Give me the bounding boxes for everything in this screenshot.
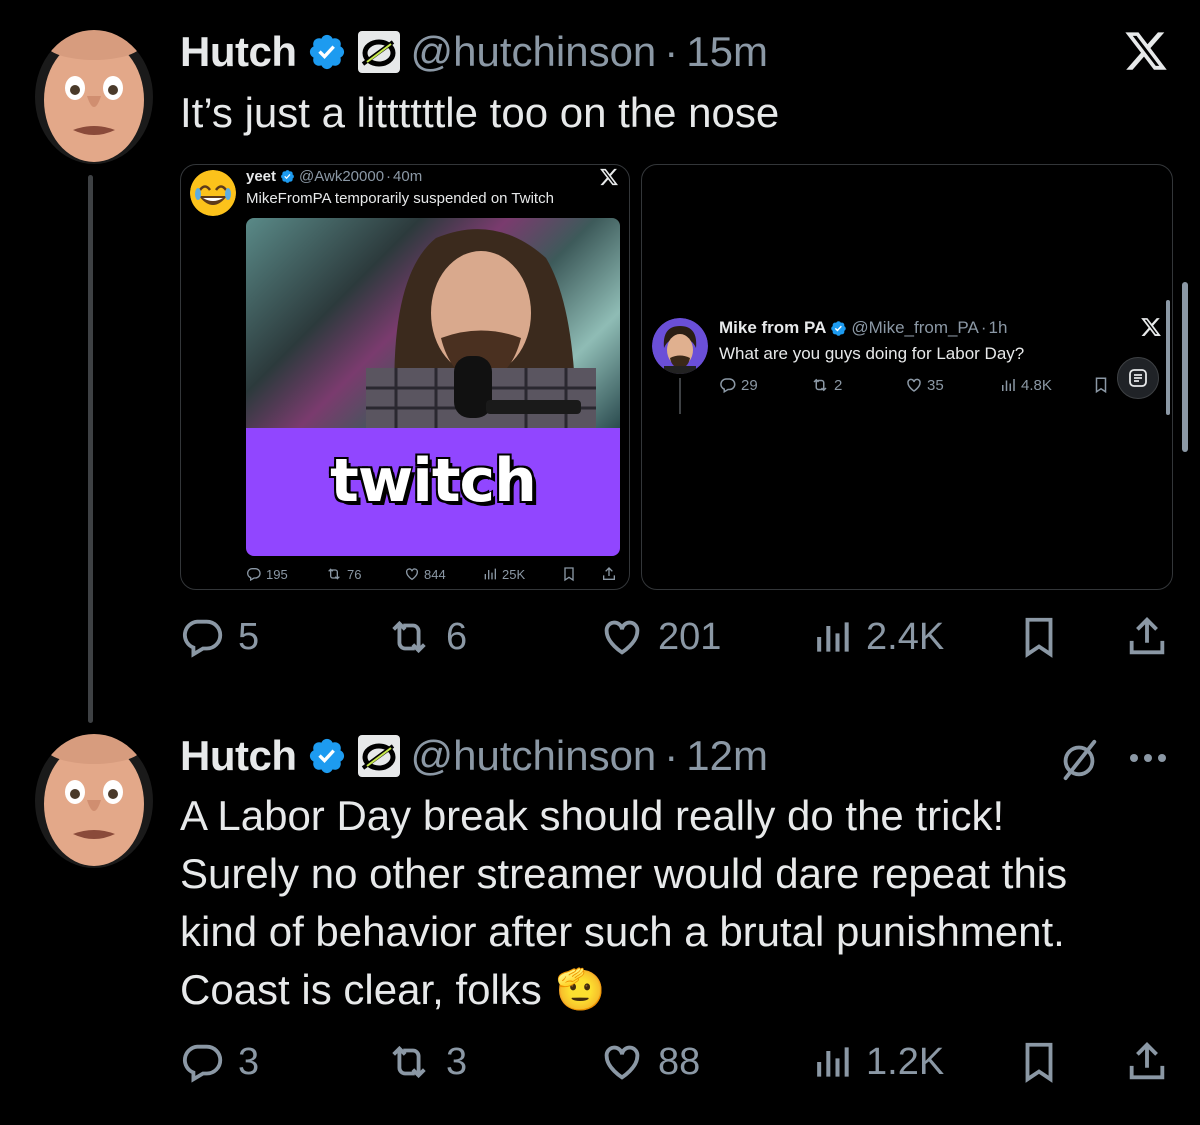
tweet-text-line: Surely no other streamer would dare repe… xyxy=(180,850,1068,897)
embed-timestamp: 40m xyxy=(393,168,423,185)
handle[interactable]: @hutchinson xyxy=(411,28,657,76)
embed-views-stat[interactable]: 4.8K xyxy=(999,376,1052,394)
reply-button[interactable]: 3 xyxy=(180,1039,259,1085)
reply-count: 5 xyxy=(238,615,260,658)
like-button[interactable]: 201 xyxy=(598,614,721,660)
tweet-text-line: A Labor Day break should really do the t… xyxy=(180,792,1005,839)
repost-count: 3 xyxy=(446,1040,468,1083)
repost-button[interactable]: 3 xyxy=(384,1039,467,1085)
verified-badge-icon xyxy=(307,736,347,776)
embed-timestamp: 1h xyxy=(988,318,1008,337)
thread-connector-line xyxy=(88,175,93,723)
views-count: 1.2K xyxy=(866,1040,945,1083)
views-button[interactable]: 2.4K xyxy=(810,614,944,660)
embed-like-stat[interactable]: 844 xyxy=(404,566,446,582)
bookmark-icon[interactable] xyxy=(1092,376,1110,394)
reply-count: 29 xyxy=(741,376,758,394)
embed-handle[interactable]: @Mike_from_PA xyxy=(851,318,978,338)
bookmark-icon[interactable] xyxy=(1016,614,1062,660)
embed-header: Mike from PA @Mike_from_PA · 1h xyxy=(719,318,1007,338)
timestamp[interactable]: 12m xyxy=(686,732,768,780)
share-icon[interactable] xyxy=(1124,1039,1170,1085)
separator-dot: · xyxy=(386,168,392,185)
embed-text: MikeFromPA temporarily suspended on Twit… xyxy=(246,190,554,207)
embed-avatar xyxy=(652,318,708,374)
embed-repost-stat[interactable]: 76 xyxy=(325,566,361,582)
like-count: 88 xyxy=(658,1040,701,1083)
more-icon[interactable] xyxy=(1128,748,1168,773)
handle[interactable]: @hutchinson xyxy=(411,732,657,780)
embed-repost-stat[interactable]: 2 xyxy=(810,376,842,394)
verified-badge-icon xyxy=(831,320,847,336)
repost-count: 76 xyxy=(347,566,362,582)
twitch-logo: twitch xyxy=(330,446,537,516)
repost-count: 6 xyxy=(446,615,468,658)
embed-like-stat[interactable]: 35 xyxy=(905,376,944,394)
embed-reply-stat[interactable]: 29 xyxy=(719,376,758,394)
embed-display-name[interactable]: Mike from PA xyxy=(719,318,826,338)
affiliate-badge-icon[interactable] xyxy=(357,30,401,74)
embed-thread-line xyxy=(679,378,681,414)
embed-text: What are you guys doing for Labor Day? xyxy=(719,344,1025,363)
reply-count: 3 xyxy=(238,1040,260,1083)
page-scrollbar[interactable] xyxy=(1182,282,1188,452)
tweet-text: It’s just a littttttle too on the nose xyxy=(180,89,780,136)
embed-reply-stat[interactable]: 195 xyxy=(246,566,288,582)
grok-slash-icon[interactable] xyxy=(1056,736,1102,787)
tweet-text-line: Coast is clear, folks xyxy=(180,966,542,1013)
x-logo-icon xyxy=(1140,316,1162,343)
views-button[interactable]: 1.2K xyxy=(810,1039,944,1085)
tweet-header: Hutch @hutchinson · 15m xyxy=(180,28,768,76)
embed-avatar xyxy=(190,170,236,216)
embed-handle[interactable]: @Awk20000 xyxy=(299,168,384,185)
avatar[interactable] xyxy=(35,30,153,164)
reply-button[interactable]: 5 xyxy=(180,614,259,660)
display-name[interactable]: Hutch xyxy=(180,28,297,76)
tweet-text-line: kind of behavior after such a brutal pun… xyxy=(180,908,1065,955)
repost-button[interactable]: 6 xyxy=(384,614,467,660)
bookmark-icon[interactable] xyxy=(1016,1039,1062,1085)
grok-summary-icon[interactable] xyxy=(1117,357,1159,399)
saluting-face-emoji: 🫡 xyxy=(555,967,606,1013)
like-button[interactable]: 88 xyxy=(598,1039,700,1085)
like-count: 35 xyxy=(927,376,944,394)
display-name[interactable]: Hutch xyxy=(180,732,297,780)
avatar[interactable] xyxy=(35,734,153,868)
x-logo-icon xyxy=(599,167,619,192)
embed-display-name[interactable]: yeet xyxy=(246,168,276,185)
verified-badge-icon xyxy=(307,32,347,72)
affiliate-badge-icon[interactable] xyxy=(357,734,401,778)
stream-webcam-frame xyxy=(246,218,620,428)
tweet-text: A Labor Day break should really do the t… xyxy=(180,787,1067,1019)
tweet-header: Hutch @hutchinson · 12m xyxy=(180,732,768,780)
embed-media-image[interactable]: twitch xyxy=(246,218,620,556)
views-count: 25K xyxy=(502,566,526,582)
separator-dot: · xyxy=(980,318,987,337)
separator-dot: · xyxy=(664,28,679,75)
like-count: 844 xyxy=(424,566,446,582)
tweet-actions: 5 6 201 2.4K xyxy=(180,614,1170,664)
tweet-actions: 3 3 88 1.2K xyxy=(180,1039,1170,1089)
share-icon[interactable] xyxy=(1124,614,1170,660)
embed-scrollbar[interactable] xyxy=(1166,300,1170,415)
separator-dot: · xyxy=(664,732,679,779)
timestamp[interactable]: 15m xyxy=(686,28,768,76)
verified-badge-icon xyxy=(281,170,294,183)
repost-count: 2 xyxy=(834,376,843,394)
bookmark-icon[interactable] xyxy=(561,566,577,582)
views-count: 2.4K xyxy=(866,615,945,658)
embed-views-stat[interactable]: 25K xyxy=(482,566,525,582)
x-logo-icon[interactable] xyxy=(1120,28,1172,79)
embed-header: yeet @Awk20000 · 40m xyxy=(246,168,422,185)
share-icon[interactable] xyxy=(601,566,617,582)
reply-count: 195 xyxy=(266,566,288,582)
like-count: 201 xyxy=(658,615,722,658)
views-count: 4.8K xyxy=(1021,376,1052,394)
